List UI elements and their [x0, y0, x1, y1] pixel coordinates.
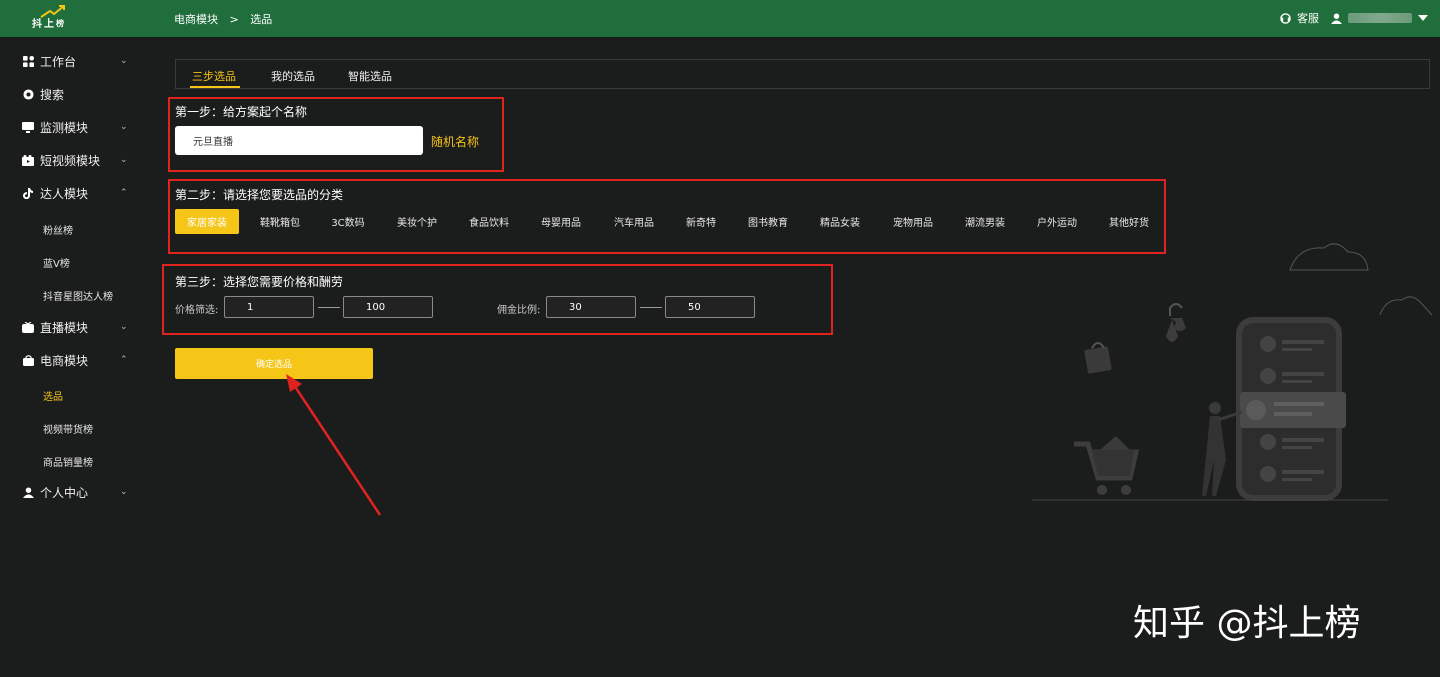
sidebar-item-label: 监测模块 [40, 120, 89, 135]
tab-my-selection[interactable]: 我的选品 [271, 68, 315, 84]
annotation-arrow-icon [286, 374, 382, 516]
sidebar-item-label: 搜索 [40, 87, 65, 102]
chevron-down-icon: ⌄ [120, 322, 128, 332]
category-auto[interactable]: 汽车用品 [604, 209, 664, 234]
category-pets[interactable]: 宠物用品 [883, 209, 943, 234]
price-filter-label: 价格筛选: [175, 305, 219, 316]
bag-icon [22, 354, 34, 366]
plan-name-input[interactable]: 元旦直播 [175, 126, 423, 155]
sidebar-item-label: 达人模块 [40, 186, 89, 201]
active-tab-indicator [190, 86, 240, 88]
watermark-text: 知乎 @抖上榜 [1133, 603, 1361, 644]
category-home[interactable]: 家居家装 [175, 209, 239, 234]
breadcrumb-parent[interactable]: 电商模块 [174, 13, 218, 26]
headset-icon [1280, 12, 1291, 24]
sidebar-item-live[interactable]: 直播模块 ⌄ [0, 313, 150, 341]
monitor-icon [22, 121, 34, 133]
chevron-down-icon: ⌄ [120, 487, 128, 497]
category-food[interactable]: 食品饮料 [460, 209, 518, 234]
sidebar-item-personal[interactable]: 个人中心 ⌄ [0, 478, 150, 506]
top-bar: 抖 上 榜 电商模块 > 选品 客服 [0, 0, 1440, 37]
sidebar-item-ecommerce[interactable]: 电商模块 ⌃ [0, 346, 150, 374]
sidebar-item-monitor[interactable]: 监测模块 ⌄ [0, 113, 150, 141]
chevron-down-icon[interactable] [1418, 15, 1428, 21]
category-books[interactable]: 图书教育 [738, 209, 798, 234]
logo[interactable]: 抖 上 榜 [26, 5, 74, 31]
sidebar-item-short-video[interactable]: 短视频模块 ⌄ [0, 146, 150, 174]
chevron-down-icon: ⌄ [120, 122, 128, 132]
category-outdoor[interactable]: 户外运动 [1027, 209, 1087, 234]
breadcrumb-current: 选品 [250, 13, 273, 26]
logo-char-1: 抖 [32, 19, 42, 30]
logo-char-2: 上 [44, 19, 54, 30]
sidebar-item-label: 工作台 [40, 54, 77, 69]
step3-title: 第三步：选择您需要价格和酬劳 [175, 275, 344, 289]
sidebar-subitem-bluev[interactable]: 蓝V榜 [43, 255, 70, 270]
price-range-dash [318, 307, 340, 308]
price-max-input[interactable]: 100 [343, 296, 433, 318]
category-beauty[interactable]: 美妆个护 [388, 209, 446, 234]
sidebar-item-search[interactable]: 搜索 [0, 80, 150, 108]
sidebar-item-talent[interactable]: 达人模块 ⌃ [0, 179, 150, 207]
commission-max-input[interactable]: 50 [665, 296, 755, 318]
sidebar-item-label: 直播模块 [40, 320, 89, 335]
sidebar-item-workbench[interactable]: 工作台 ⌄ [0, 47, 150, 75]
video-icon [22, 154, 34, 166]
service-link[interactable]: 客服 [1297, 10, 1319, 26]
live-icon [22, 321, 34, 333]
shopping-illustration [1032, 243, 1433, 501]
tab-smart-selection[interactable]: 智能选品 [348, 68, 392, 84]
tab-three-step[interactable]: 三步选品 [192, 68, 236, 84]
sidebar-item-label: 个人中心 [40, 485, 89, 500]
price-min-input[interactable]: 1 [224, 296, 314, 318]
sidebar-subitem-video-sales[interactable]: 视频带货榜 [43, 421, 93, 436]
commission-label: 佣金比例: [497, 305, 541, 316]
chevron-down-icon: ⌄ [120, 56, 128, 66]
step1-title: 第一步：给方案起个名称 [175, 105, 308, 119]
sidebar-subitem-product-select[interactable]: 选品 [43, 388, 63, 403]
sidebar-subitem-fans[interactable]: 粉丝榜 [43, 222, 73, 237]
commission-min-input[interactable]: 30 [546, 296, 636, 318]
category-other[interactable]: 其他好货 [1099, 209, 1159, 234]
category-shoes-bags[interactable]: 鞋靴箱包 [250, 209, 310, 234]
user-icon [1331, 12, 1342, 24]
category-women[interactable]: 精品女装 [810, 209, 870, 234]
sidebar-subitem-star-map[interactable]: 抖音星图达人榜 [43, 288, 113, 303]
chevron-up-icon: ⌃ [120, 188, 128, 198]
grid-icon [22, 55, 34, 67]
breadcrumb-separator: > [229, 13, 239, 26]
logo-char-3: 榜 [56, 19, 64, 28]
category-men[interactable]: 潮流男装 [955, 209, 1015, 234]
category-3c[interactable]: 3C数码 [320, 209, 376, 234]
sidebar-item-label: 短视频模块 [40, 153, 101, 168]
username-blurred[interactable] [1348, 13, 1412, 23]
category-novelty[interactable]: 新奇特 [677, 209, 725, 234]
search-icon [22, 88, 34, 100]
tiktok-icon [22, 187, 34, 199]
top-right-actions: 客服 [1280, 10, 1428, 26]
category-baby[interactable]: 母婴用品 [532, 209, 590, 234]
random-name-button[interactable]: 随机名称 [431, 133, 479, 150]
breadcrumb: 电商模块 > 选品 [174, 11, 280, 27]
sidebar-item-label: 电商模块 [40, 353, 89, 368]
sidebar: 工作台 ⌄ 搜索 监测模块 ⌄ 短视频模块 ⌄ 达人模块 ⌃ 粉丝榜 蓝V榜 抖… [0, 37, 150, 677]
user-icon [22, 486, 34, 498]
sidebar-subitem-product-sales[interactable]: 商品销量榜 [43, 454, 93, 469]
chevron-up-icon: ⌃ [120, 355, 128, 365]
step2-title: 第二步：请选择您要选品的分类 [175, 188, 344, 202]
chevron-down-icon: ⌄ [120, 155, 128, 165]
commission-range-dash [640, 307, 662, 308]
